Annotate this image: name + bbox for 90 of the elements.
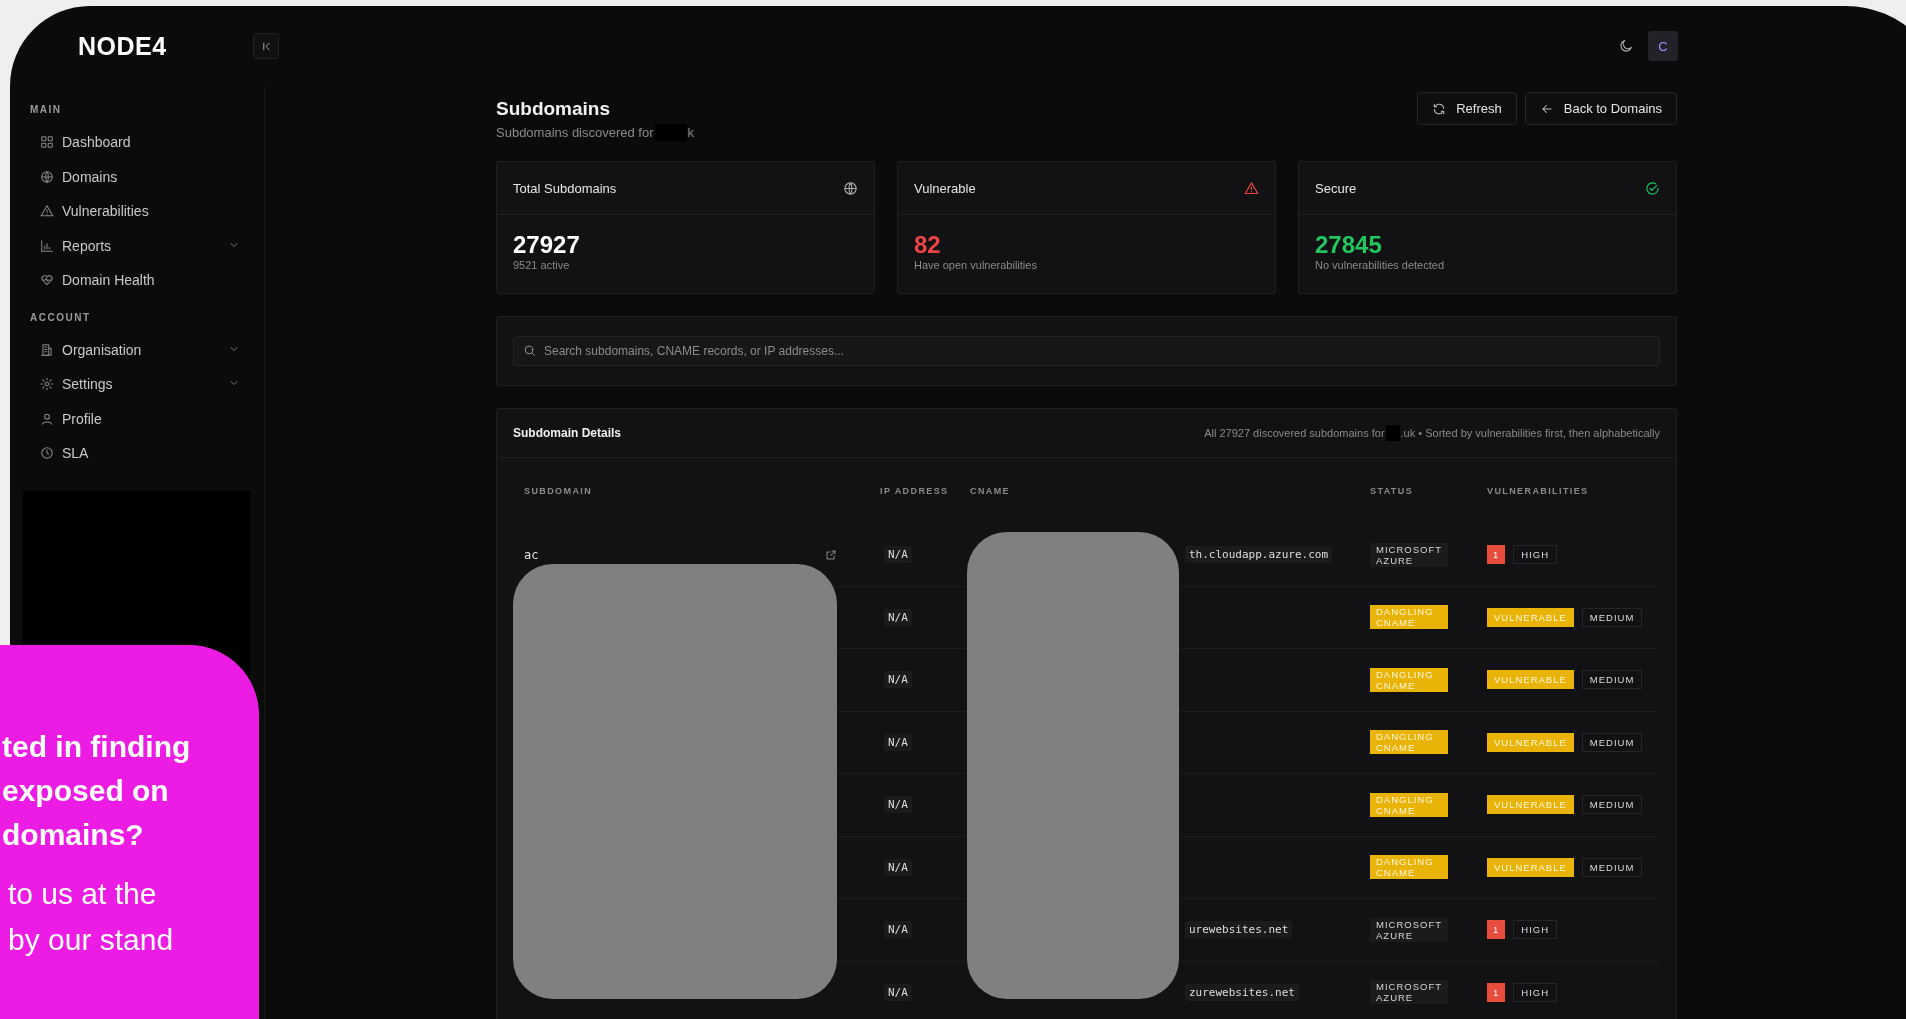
summary-text: All 27927 discovered subdomains for: [1204, 427, 1385, 439]
cname-value: th.cloudapp.azure.com: [1185, 546, 1333, 564]
user-avatar[interactable]: C: [1648, 31, 1678, 61]
warning-icon: [1244, 180, 1259, 196]
sidebar-item[interactable]: Organisation: [10, 332, 264, 367]
ip-address: N/A: [884, 921, 912, 939]
external-link-icon: [825, 548, 837, 561]
stat-note: 9521 active: [513, 259, 571, 271]
refresh-button[interactable]: Refresh: [1417, 92, 1517, 125]
status-badge: DANGLING CNAME: [1370, 605, 1448, 630]
cname-value: urewebsites.net: [1185, 921, 1293, 939]
sidebar-item[interactable]: Settings: [10, 367, 264, 402]
panel-title: Subdomain Details: [513, 426, 622, 440]
status-badge: MICROSOFT AZURE: [1370, 980, 1448, 1005]
status-badge: DANGLING CNAME: [1370, 730, 1448, 755]
severity-badge: MEDIUM: [1581, 607, 1643, 627]
heart-icon: [40, 273, 54, 288]
refresh-icon: [1432, 101, 1447, 116]
severity-badge: MEDIUM: [1581, 732, 1643, 752]
subdomain-text: ac: [524, 547, 539, 562]
count-badge: 1: [1487, 545, 1506, 565]
severity-badge: HIGH: [1513, 545, 1558, 565]
promo-text: to us at the by our stand: [8, 876, 175, 958]
severity-badge: MEDIUM: [1581, 670, 1643, 690]
page-title: Subdomains: [496, 98, 611, 120]
ip-address: N/A: [884, 796, 912, 814]
column-header: SUBDOMAIN: [523, 485, 594, 497]
column-header: VULNERABILITIES: [1486, 485, 1590, 497]
stat-value: 82: [914, 231, 942, 259]
stat-title: Vulnerable: [914, 180, 976, 196]
clock-icon: [40, 446, 54, 461]
status-badge: MICROSOFT AZURE: [1370, 542, 1448, 567]
stat-value: 27927: [513, 231, 581, 259]
section-label: MAIN: [30, 104, 63, 115]
column-header: STATUS: [1369, 485, 1415, 497]
promo-heading: ted in finding exposed on domains?: [2, 729, 192, 853]
status-badge: MICROSOFT AZURE: [1370, 917, 1448, 942]
count-badge: 1: [1487, 920, 1506, 940]
grid-icon: [40, 135, 54, 150]
sidebar-item[interactable]: Domain Health: [10, 263, 264, 298]
logo: NODE4: [78, 31, 168, 61]
vulnerable-badge: VULNERABLE: [1487, 732, 1574, 752]
sidebar-item[interactable]: Vulnerabilities: [10, 194, 264, 229]
summary-text: .uk • Sorted by vulnerabilities first, then alphabetically: [1400, 427, 1660, 439]
stat-value: 27845: [1315, 231, 1383, 259]
status-badge: DANGLING CNAME: [1370, 855, 1448, 880]
back-button[interactable]: Back to Domains: [1524, 92, 1677, 125]
stat-note: No vulnerabilities detected: [1315, 259, 1446, 271]
column-header: CNAME: [969, 485, 1011, 497]
vulnerable-badge: VULNERABLE: [1487, 857, 1574, 877]
stat-title: Total Subdomains: [513, 180, 617, 196]
collapse-sidebar-button[interactable]: [253, 33, 279, 59]
vulnerable-badge: VULNERABLE: [1487, 670, 1574, 690]
vulnerable-badge: VULNERABLE: [1487, 607, 1574, 627]
vulnerable-badge: VULNERABLE: [1487, 795, 1574, 815]
status-badge: DANGLING CNAME: [1370, 792, 1448, 817]
ip-address: N/A: [884, 671, 912, 689]
stat-title: Secure: [1315, 180, 1357, 196]
status-badge: DANGLING CNAME: [1370, 667, 1448, 692]
count-badge: 1: [1487, 982, 1506, 1002]
bar-chart-icon: [40, 238, 54, 253]
moon-icon: [1618, 38, 1634, 54]
person-icon: [40, 411, 54, 426]
globe-icon: [843, 180, 858, 196]
ip-address: N/A: [884, 546, 912, 564]
sidebar-item[interactable]: SLA: [10, 436, 264, 471]
severity-badge: HIGH: [1513, 920, 1558, 940]
ip-address: N/A: [884, 733, 912, 751]
sidebar-item[interactable]: Dashboard: [10, 125, 264, 160]
cname-value: zurewebsites.net: [1185, 983, 1299, 1001]
globe-icon: [40, 169, 54, 184]
ip-address: N/A: [884, 983, 912, 1001]
section-label: ACCOUNT: [30, 311, 92, 323]
ip-address: N/A: [884, 608, 912, 626]
column-header: IP ADDRESS: [879, 485, 950, 497]
severity-badge: MEDIUM: [1581, 795, 1643, 815]
page-subtitle: k: [687, 125, 695, 140]
sidebar-item[interactable]: Profile: [10, 401, 264, 436]
page-subtitle: Subdomains discovered for: [496, 125, 654, 140]
check-circle-icon: [1645, 180, 1660, 196]
search-field[interactable]: Search subdomains, CNAME records, or IP addresses...: [513, 336, 1660, 366]
sidebar-item[interactable]: Reports: [10, 228, 264, 263]
warning-icon: [40, 204, 54, 219]
stat-note: Have open vulnerabilities: [914, 259, 1038, 271]
severity-badge: HIGH: [1513, 982, 1558, 1002]
ip-address: N/A: [884, 858, 912, 876]
sidebar-item[interactable]: Domains: [10, 159, 264, 194]
settings-icon: [40, 377, 54, 392]
severity-badge: MEDIUM: [1581, 857, 1643, 877]
building-icon: [40, 342, 54, 357]
